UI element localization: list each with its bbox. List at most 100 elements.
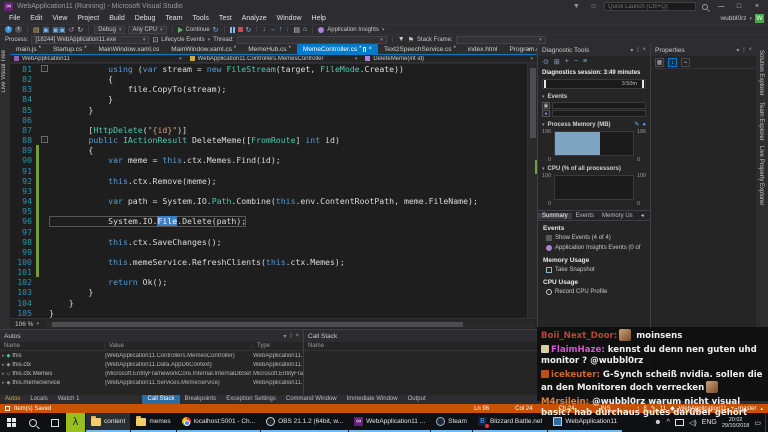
line-number[interactable]: 91 <box>10 166 36 176</box>
table-row[interactable]: ▸ ◆ this.ctx {WebApplication11.Data.AppDbCo… <box>0 360 303 369</box>
table-row[interactable]: ▸ ◆ this.memeService {WebApplication11.Serv… <box>0 378 303 387</box>
solution-configuration-dropdown[interactable]: Debug ▾ <box>94 25 126 34</box>
taskbar-search-icon[interactable] <box>22 413 44 432</box>
save-icon[interactable]: ▣ <box>43 26 50 34</box>
tab-immediate-window[interactable]: Immediate Window <box>342 395 403 404</box>
tab-call-stack[interactable]: Call Stack <box>142 395 180 404</box>
code-line[interactable]: 99 <box>10 246 527 257</box>
expand-icon[interactable]: ▸ <box>2 371 5 377</box>
close-icon[interactable]: × <box>642 47 646 53</box>
restart-app-icon[interactable]: ↻ <box>213 26 219 34</box>
diagnostics-timeline[interactable]: 3:50m <box>542 79 646 89</box>
menu-debug[interactable]: Debug <box>130 15 161 22</box>
diagnostic-tools-header[interactable]: Diagnostic Tools ▾ ⊺ × <box>538 44 650 56</box>
line-number[interactable]: 105 <box>10 308 36 318</box>
tab-scroll-left-icon[interactable]: ◂ <box>637 212 648 219</box>
stack-frame-dropdown[interactable]: ▾ <box>455 35 546 44</box>
line-number[interactable]: 96 <box>10 216 36 226</box>
tab-locals[interactable]: Locals <box>25 395 52 404</box>
close-icon[interactable]: × <box>295 333 299 339</box>
record-cpu-link[interactable]: Record CPU Profile <box>538 287 650 297</box>
quick-launch-input[interactable] <box>604 2 696 11</box>
solution-platform-dropdown[interactable]: Any CPU ▾ <box>128 25 167 34</box>
process-dropdown[interactable]: [18244] WebApplication11.exe ▾ <box>31 35 150 44</box>
code-line[interactable]: 83 file.CopyTo(stream); <box>10 84 527 94</box>
tab-output[interactable]: Output <box>403 395 431 404</box>
code-editor[interactable]: 81- using (var stream = new FileStream(t… <box>10 64 527 318</box>
tab-live-visual-tree[interactable]: Live Visual Tree <box>1 50 7 93</box>
diagnostic-tab-memory-us[interactable]: Memory Us <box>598 213 637 219</box>
code-line[interactable]: 104 } <box>10 298 527 308</box>
taskbar-app-localhost-5001-ch-[interactable]: localhost:5001 - Ch... <box>176 413 261 432</box>
tab-exception-settings[interactable]: Exception Settings <box>221 395 281 404</box>
menu-view[interactable]: View <box>47 15 72 22</box>
menu-test[interactable]: Test <box>214 15 237 22</box>
app-insights-events-link[interactable]: Application Insights Events (0 of <box>538 243 650 253</box>
editor-vertical-scrollbar[interactable] <box>527 64 538 318</box>
code-map-icon[interactable]: ▤ <box>293 26 300 34</box>
reset-view-icon[interactable]: ≡ <box>583 58 587 65</box>
code-line[interactable]: 94 var path = System.IO.Path.Combine(thi… <box>10 196 527 207</box>
breadcrumb-project[interactable]: WebApplication11 ▾ <box>10 55 186 62</box>
restart-debugging-icon[interactable]: ↻ <box>246 26 252 34</box>
code-line[interactable]: 88- public IActionResult DeleteMeme([Fro… <box>10 135 527 145</box>
lifecycle-events-icon[interactable]: ⊡ <box>152 36 158 44</box>
tab-live-property-explorer[interactable]: Live Property Explorer <box>758 146 764 205</box>
line-number[interactable]: 98 <box>10 237 36 247</box>
continue-button[interactable]: Continue <box>186 27 210 33</box>
restore-button[interactable]: □ <box>732 3 746 10</box>
line-number[interactable]: 88 <box>10 135 36 145</box>
fold-marker[interactable]: - <box>39 64 49 74</box>
edit-icon[interactable]: ✎ <box>634 121 639 128</box>
code-line[interactable]: 84 } <box>10 94 527 104</box>
flag-threads-icon[interactable]: ⚑ <box>408 36 414 44</box>
diagnostic-tab-events[interactable]: Events <box>572 213 598 219</box>
pin-icon[interactable]: ⊺ <box>289 333 292 340</box>
zoom-level-dropdown[interactable]: 106 % ▾ <box>12 321 42 328</box>
tab-overflow-icon[interactable]: ▾ <box>528 46 531 53</box>
events-section-header[interactable]: ▾ Events <box>538 91 650 101</box>
line-number[interactable]: 99 <box>10 247 36 257</box>
line-number[interactable]: 89 <box>10 145 36 155</box>
break-all-icon[interactable] <box>229 26 235 33</box>
menu-tools[interactable]: Tools <box>188 15 214 22</box>
window-position-icon[interactable]: ▾ <box>736 47 739 54</box>
alphabetical-icon[interactable]: ↓ <box>668 57 677 67</box>
line-number[interactable]: 97 <box>10 227 36 237</box>
tab-breakpoints[interactable]: Breakpoints <box>180 395 222 404</box>
tab-mainwindow-xaml-cs[interactable]: MainWindow.xaml.cs <box>93 44 166 54</box>
close-icon[interactable]: × <box>368 46 372 52</box>
breadcrumb-type[interactable]: WebApplication11.Controllers.MemesContro… <box>186 55 362 62</box>
cpu-section-header[interactable]: ▾ CPU (% of all processors) <box>538 163 650 173</box>
menu-window[interactable]: Window <box>272 15 307 22</box>
line-number[interactable]: 84 <box>10 94 36 104</box>
step-over-icon[interactable]: → <box>269 26 276 33</box>
menu-help[interactable]: Help <box>307 15 331 22</box>
table-row[interactable]: ▸ ◆ this {WebApplication11.Controllers.Meme… <box>0 351 303 360</box>
tab-team-explorer[interactable]: Team Explorer <box>758 102 764 141</box>
minimize-button[interactable]: — <box>714 3 728 10</box>
window-position-icon[interactable]: ▾ <box>283 333 286 340</box>
tab-autos[interactable]: Autos <box>0 395 25 404</box>
tab-startup-cs[interactable]: Startup.cs * <box>47 44 93 54</box>
line-number[interactable]: 81 <box>10 64 36 74</box>
select-tools-icon[interactable]: ⊞ <box>554 58 560 66</box>
find-icon[interactable]: ⌂ <box>303 26 307 33</box>
stop-debugging-icon[interactable] <box>237 27 243 32</box>
code-line[interactable]: 92 this.ctx.Remove(meme); <box>10 175 527 186</box>
line-number[interactable]: 83 <box>10 84 36 94</box>
code-line[interactable]: 96 System.IO.File.Delete(path); <box>10 216 527 227</box>
editor-horizontal-scrollbar[interactable] <box>45 320 535 328</box>
application-insights-button[interactable]: Application Insights <box>327 27 379 33</box>
code-line[interactable]: 86 <box>10 115 527 125</box>
navigate-back-icon[interactable]: ‹ <box>5 26 12 33</box>
categorized-icon[interactable]: ▦ <box>655 57 664 67</box>
filter-threads-icon[interactable]: ▼ <box>398 36 405 43</box>
code-line[interactable]: 98 this.ctx.SaveChanges(); <box>10 236 527 247</box>
line-number[interactable]: 95 <box>10 206 36 216</box>
property-pages-icon[interactable]: ⌁ <box>681 57 690 67</box>
line-number[interactable]: 100 <box>10 257 36 267</box>
code-line[interactable]: 93 <box>10 185 527 197</box>
taskbar-app-memes[interactable]: memes <box>131 413 176 432</box>
line-number[interactable]: 103 <box>10 287 36 297</box>
